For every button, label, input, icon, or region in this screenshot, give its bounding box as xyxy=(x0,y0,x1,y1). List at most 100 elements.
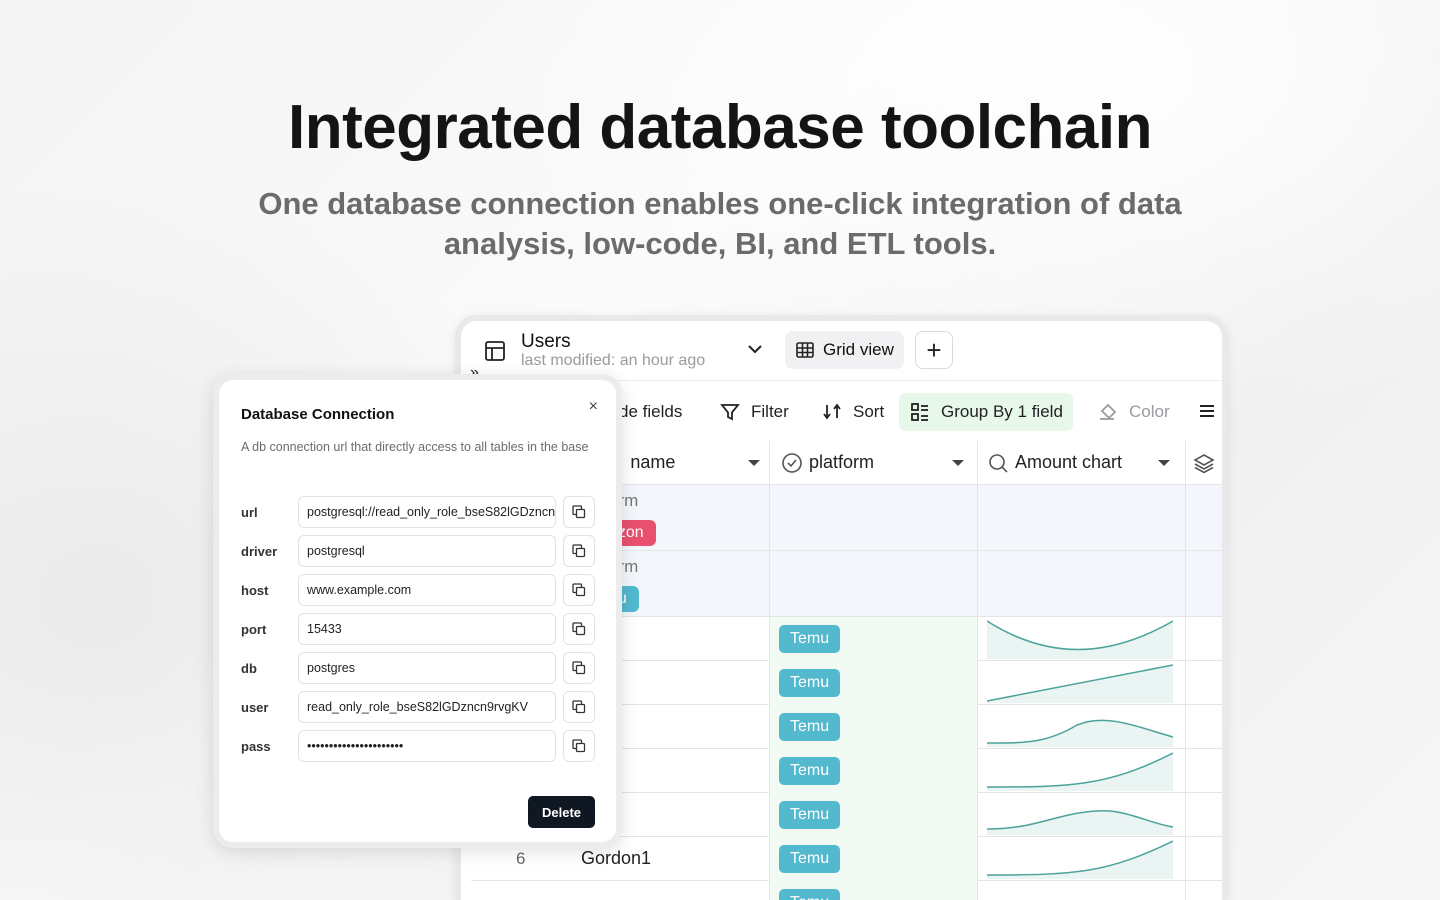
field-label: host xyxy=(241,582,269,598)
copy-icon xyxy=(572,622,586,636)
connection-field-url: url postgresql://read_only_role_bseS82lG… xyxy=(241,496,601,528)
table-row[interactable]: Temu xyxy=(471,881,1222,900)
sort-icon xyxy=(823,403,841,420)
chevron-down-icon[interactable] xyxy=(745,339,765,359)
pass-field[interactable]: •••••••••••••••••••••• xyxy=(298,730,556,762)
copy-icon xyxy=(572,739,586,753)
hide-fields-label: de fields xyxy=(619,402,683,421)
copy-icon xyxy=(572,583,586,597)
sort-label: Sort xyxy=(853,402,885,421)
connection-field-pass: pass •••••••••••••••••••••• xyxy=(241,730,601,762)
platform-tag: Temu xyxy=(779,889,841,900)
filter-button[interactable]: Filter xyxy=(709,393,799,431)
paint-bucket-icon xyxy=(1100,403,1117,420)
column-header-platform[interactable]: platform xyxy=(769,441,977,485)
filter-label: Filter xyxy=(751,402,789,421)
sparkline-chart[interactable] xyxy=(987,707,1173,747)
cell-name[interactable]: Gordon1 xyxy=(581,848,651,869)
table-title[interactable]: Users xyxy=(521,331,705,352)
field-label: pass xyxy=(241,738,271,754)
cell-platform[interactable]: Temu xyxy=(769,881,977,900)
page-headline: Integrated database toolchain xyxy=(287,93,1153,162)
host-field[interactable]: www.example.com xyxy=(298,574,556,606)
caret-down-icon[interactable] xyxy=(1157,456,1171,470)
grid-view-label: Grid view xyxy=(823,340,894,359)
copy-button[interactable] xyxy=(563,691,595,723)
column-name-label: name xyxy=(630,452,676,472)
database-connection-dialog: Database Connection × A db connection ur… xyxy=(213,374,622,848)
caret-down-icon[interactable] xyxy=(747,456,761,470)
field-label: driver xyxy=(241,543,278,559)
menu-icon[interactable] xyxy=(1197,401,1217,421)
group-button[interactable]: Group By 1 field xyxy=(899,393,1073,431)
connection-field-driver: driver postgresql xyxy=(241,535,601,567)
dialog-description: A db connection url that directly access… xyxy=(241,440,589,454)
dialog-content: Database Connection × A db connection ur… xyxy=(219,380,616,842)
row-number: 6 xyxy=(516,849,526,868)
cell-platform[interactable]: Temu xyxy=(769,837,977,881)
copy-button[interactable] xyxy=(563,652,595,684)
sparkline-chart[interactable] xyxy=(987,619,1173,659)
platform-tag: Temu xyxy=(779,801,841,829)
sparkline-chart[interactable] xyxy=(987,663,1173,703)
platform-tag: Temu xyxy=(779,713,841,741)
color-button[interactable]: Color xyxy=(1087,393,1180,431)
column-header-amount-chart[interactable]: Amount chart xyxy=(977,441,1185,485)
page-subheadline: One database connection enables one-clic… xyxy=(258,186,1182,261)
copy-button[interactable] xyxy=(563,496,595,528)
url-field[interactable]: postgresql://read_only_role_bseS82lGDznc… xyxy=(298,496,556,528)
title-block: Users last modified: an hour ago xyxy=(521,331,706,370)
filter-icon xyxy=(720,404,740,421)
cell-platform[interactable]: Temu xyxy=(769,617,977,661)
column-divider xyxy=(769,441,770,900)
column-header-name[interactable]: A name xyxy=(609,441,769,485)
port-field[interactable]: 15433 xyxy=(298,613,556,645)
cell-platform[interactable]: Temu xyxy=(769,661,977,705)
table-header: Users last modified: an hour ago Grid vi… xyxy=(461,321,1222,381)
column-divider xyxy=(1185,441,1186,900)
sort-button[interactable]: Sort xyxy=(811,393,894,431)
copy-icon xyxy=(572,505,586,519)
cell-platform[interactable]: Temu xyxy=(769,705,977,749)
field-label: url xyxy=(241,504,258,520)
connection-field-port: port 15433 xyxy=(241,613,601,645)
close-icon[interactable]: × xyxy=(589,398,598,416)
cell-platform[interactable]: Temu xyxy=(769,793,977,837)
search-icon xyxy=(989,453,1008,473)
sparkline-chart[interactable] xyxy=(987,795,1173,835)
platform-tag: Temu xyxy=(779,845,841,873)
table-icon xyxy=(485,340,505,361)
column-amount-label: Amount chart xyxy=(1015,452,1123,472)
connection-field-user: user read_only_role_bseS82lGDzncn9rvgKV xyxy=(241,691,601,723)
copy-button[interactable] xyxy=(563,730,595,762)
copy-button[interactable] xyxy=(563,613,595,645)
copy-button[interactable] xyxy=(563,535,595,567)
field-label: user xyxy=(241,699,269,715)
dialog-title: Database Connection xyxy=(241,406,395,423)
copy-icon xyxy=(572,700,586,714)
connection-field-db: db postgres xyxy=(241,652,601,684)
caret-down-icon[interactable] xyxy=(951,456,965,470)
column-header-add[interactable] xyxy=(1185,441,1222,485)
sparkline-chart[interactable] xyxy=(987,839,1173,879)
cell-platform[interactable]: Temu xyxy=(769,749,977,793)
sparkline-chart[interactable] xyxy=(987,751,1173,791)
db-field[interactable]: postgres xyxy=(298,652,556,684)
field-label: port xyxy=(241,621,267,637)
platform-tag: Temu xyxy=(779,757,841,785)
column-platform-label: platform xyxy=(809,452,875,472)
driver-field[interactable]: postgresql xyxy=(298,535,556,567)
copy-button[interactable] xyxy=(563,574,595,606)
layers-icon xyxy=(1192,453,1215,473)
add-view-button[interactable]: + xyxy=(915,331,953,369)
copy-icon xyxy=(572,544,586,558)
user-field[interactable]: read_only_role_bseS82lGDzncn9rvgKV xyxy=(298,691,556,723)
column-divider xyxy=(977,441,978,900)
grid-view-button[interactable]: Grid view xyxy=(785,331,904,369)
delete-button[interactable]: Delete xyxy=(528,796,595,828)
group-label: Group By 1 field xyxy=(941,402,1063,421)
copy-icon xyxy=(572,661,586,675)
last-modified: last modified: an hour ago xyxy=(521,351,706,369)
platform-tag: Temu xyxy=(779,669,841,697)
grid-icon xyxy=(796,342,814,358)
